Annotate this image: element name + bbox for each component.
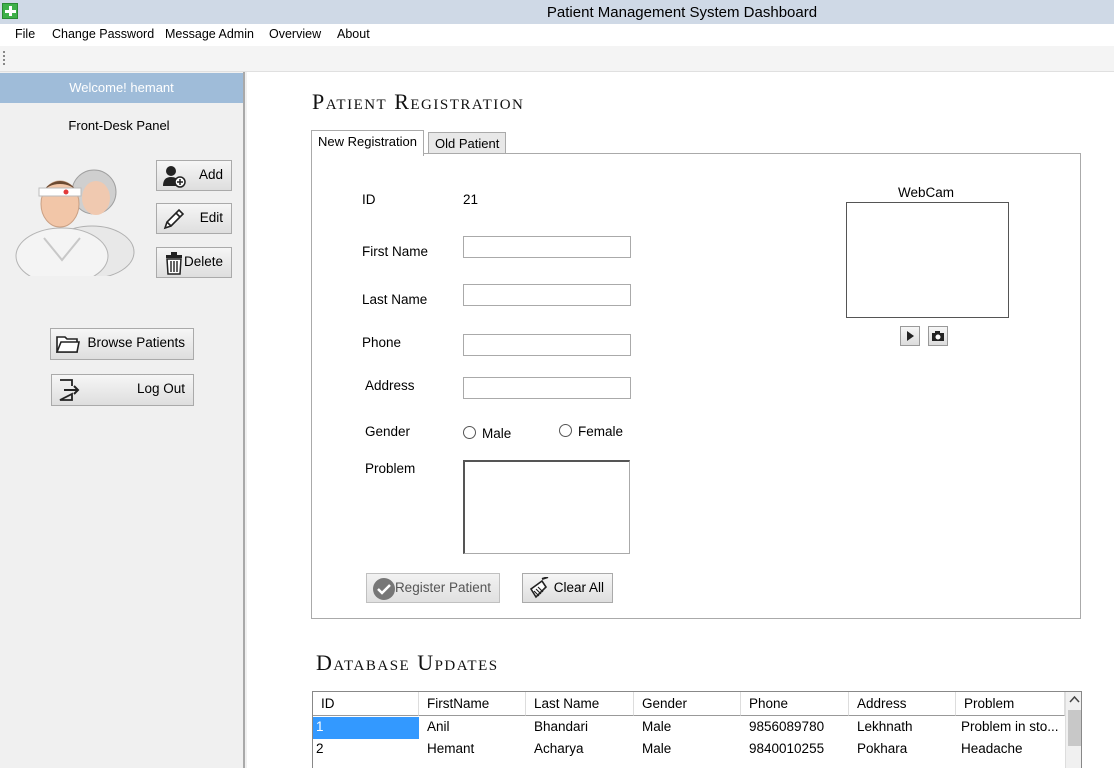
column-header[interactable]: ID xyxy=(313,692,419,716)
window-title: Patient Management System Dashboard xyxy=(546,4,818,21)
gender-male-label[interactable]: Male xyxy=(482,426,511,441)
browse-patients-button[interactable]: Browse Patients xyxy=(50,328,194,360)
camera-icon xyxy=(932,331,944,341)
log-out-label: Log Out xyxy=(136,381,185,396)
id-label: ID xyxy=(362,192,376,207)
phone-label: Phone xyxy=(362,335,402,350)
welcome-banner: Welcome! hemant xyxy=(0,73,243,103)
registration-form: ID 21 First Name Last Name Phone Address… xyxy=(311,153,1081,619)
problem-label: Problem xyxy=(365,461,416,476)
table-cell[interactable]: Headache xyxy=(956,739,1065,761)
table-cell[interactable]: Problem in sto... xyxy=(956,717,1065,739)
webcam-label: WebCam xyxy=(898,185,955,200)
pencil-icon xyxy=(163,208,185,230)
id-value: 21 xyxy=(463,192,479,207)
gender-label: Gender xyxy=(365,424,411,439)
table-cell[interactable]: Pokhara xyxy=(849,739,956,761)
add-button-label: Add xyxy=(198,167,223,182)
gender-female-label[interactable]: Female xyxy=(578,424,623,439)
trash-icon xyxy=(166,252,182,275)
delete-button[interactable]: Delete xyxy=(156,247,232,278)
gender-female-radio[interactable] xyxy=(559,424,572,437)
capture-button[interactable] xyxy=(928,326,948,346)
register-patient-button[interactable]: Register Patient xyxy=(366,573,500,603)
folder-icon xyxy=(56,336,80,353)
table-cell[interactable]: Anil xyxy=(419,717,526,739)
panel-title: Front-Desk Panel xyxy=(68,118,170,133)
add-button[interactable]: Add xyxy=(156,160,232,191)
column-header[interactable]: Problem xyxy=(956,692,1065,716)
log-out-button[interactable]: Log Out xyxy=(51,374,194,406)
column-header[interactable]: FirstName xyxy=(419,692,526,716)
scrollbar-thumb[interactable] xyxy=(1068,710,1081,746)
edit-button[interactable]: Edit xyxy=(156,203,232,234)
register-patient-label: Register Patient xyxy=(394,580,491,595)
staff-avatar xyxy=(15,169,135,276)
table-cell[interactable]: Hemant xyxy=(419,739,526,761)
play-button[interactable] xyxy=(900,326,920,346)
toolbar-grip[interactable] xyxy=(3,51,5,65)
title-bar: Patient Management System Dashboard xyxy=(0,0,1114,24)
database-heading: Database Updates xyxy=(316,650,499,675)
registration-heading: Patient Registration xyxy=(312,89,525,114)
webcam-preview xyxy=(846,202,1009,318)
table-cell[interactable]: Lekhnath xyxy=(849,717,956,739)
table-cell[interactable]: Acharya xyxy=(526,739,634,761)
column-header[interactable]: Gender xyxy=(634,692,741,716)
add-user-icon xyxy=(163,166,186,188)
clear-all-button[interactable]: Clear All xyxy=(522,573,613,603)
clear-all-label: Clear All xyxy=(553,580,604,595)
table-cell[interactable]: Male xyxy=(634,717,741,739)
phone-field[interactable] xyxy=(463,334,631,356)
table-cell[interactable]: 9856089780 xyxy=(741,717,849,739)
column-header[interactable]: Address xyxy=(849,692,956,716)
menu-bar: File Change Password Message Admin Overv… xyxy=(0,24,1114,46)
broom-icon xyxy=(529,577,549,599)
left-panel: Welcome! hemant Front-Desk Panel Add Edi… xyxy=(0,72,245,768)
menu-about[interactable]: About xyxy=(337,27,370,41)
main-content: Patient Registration New Registration Ol… xyxy=(247,72,1114,768)
column-header[interactable]: Last Name xyxy=(526,692,634,716)
play-icon xyxy=(907,331,914,341)
menu-file[interactable]: File xyxy=(15,27,35,41)
plus-icon xyxy=(2,3,18,19)
table-cell[interactable]: Male xyxy=(634,739,741,761)
table-cell[interactable]: 9840010255 xyxy=(741,739,849,761)
first-name-field[interactable] xyxy=(463,236,631,258)
column-header[interactable]: Phone xyxy=(741,692,849,716)
table-cell[interactable]: 1 xyxy=(313,717,419,739)
last-name-label: Last Name xyxy=(362,292,428,307)
last-name-field[interactable] xyxy=(463,284,631,306)
menu-overview[interactable]: Overview xyxy=(269,27,321,41)
address-label: Address xyxy=(365,378,415,393)
scroll-up-icon[interactable] xyxy=(1066,692,1082,708)
browse-patients-label: Browse Patients xyxy=(87,335,185,350)
table-cell[interactable]: 2 xyxy=(313,739,419,761)
tab-new-registration[interactable]: New Registration xyxy=(311,130,424,156)
vertical-scrollbar[interactable] xyxy=(1065,692,1082,768)
gender-male-radio[interactable] xyxy=(463,426,476,439)
menu-message-admin[interactable]: Message Admin xyxy=(165,27,254,41)
first-name-label: First Name xyxy=(362,244,429,259)
edit-button-label: Edit xyxy=(199,210,223,225)
logout-icon xyxy=(59,379,80,401)
delete-button-label: Delete xyxy=(183,254,223,269)
table-cell[interactable]: Bhandari xyxy=(526,717,634,739)
checkmark-icon xyxy=(373,578,395,600)
toolbar xyxy=(0,46,1114,72)
problem-textarea[interactable] xyxy=(463,460,630,554)
patients-grid[interactable]: ID FirstName Last Name Gender Phone Addr… xyxy=(312,691,1082,768)
address-field[interactable] xyxy=(463,377,631,399)
menu-change-password[interactable]: Change Password xyxy=(52,27,154,41)
